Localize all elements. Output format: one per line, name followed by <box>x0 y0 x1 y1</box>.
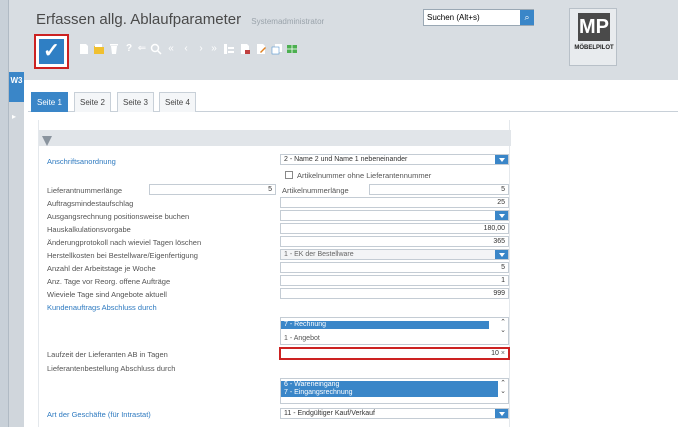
ausgang-label: Ausgangsrechnung positionsweise buchen <box>47 212 190 221</box>
chevron-down-icon[interactable]: ⌄ <box>498 387 508 395</box>
ausgang-select[interactable] <box>280 210 509 221</box>
toolbar: ✓ ? ⇐ « ‹ › » <box>28 30 528 70</box>
side-tab-w3[interactable]: W3 <box>9 72 24 102</box>
kunden-listbox[interactable]: 7 - Rechnung 1 - Angebot ⌃ ⌄ <box>280 317 509 345</box>
ohne-lief-label: Artikelnummer ohne Lieferantennummer <box>297 171 432 180</box>
page-title-text: Erfassen allg. Ablaufparameter <box>36 11 242 28</box>
listbox-scrollbar[interactable]: ⌃ ⌄ <box>498 379 508 403</box>
aenderung-label: Änderungprotokoll nach wieviel Tagen lös… <box>47 238 202 247</box>
side-panel-collapsed[interactable] <box>9 102 24 427</box>
panel-header[interactable] <box>39 130 511 146</box>
search-icon[interactable]: ⌕ <box>520 10 534 25</box>
laufzeit-value: 10 <box>491 350 499 357</box>
kunden-label: Kundenauftrags Abschluss durch <box>47 303 157 312</box>
lieferantennr-field[interactable]: 5 <box>149 184 276 195</box>
back-icon[interactable]: ⇐ <box>136 43 148 55</box>
new-document-icon[interactable] <box>78 43 90 55</box>
list-item[interactable]: 1 - Angebot <box>281 335 508 343</box>
aenderung-field[interactable]: 365 <box>280 236 509 247</box>
chevron-down-icon[interactable] <box>495 155 508 164</box>
tab-seite-3[interactable]: Seite 3 <box>117 92 154 112</box>
herstell-label: Herstellkosten bei Bestellware/Eigenfert… <box>47 251 198 260</box>
delete-icon[interactable] <box>108 43 120 55</box>
anschrift-label: Anschriftsanordnung <box>47 157 116 166</box>
chevron-down-icon[interactable] <box>495 211 508 220</box>
copy-icon[interactable] <box>271 43 283 55</box>
chevron-up-icon[interactable]: ⌃ <box>498 318 508 326</box>
tree-icon[interactable] <box>223 43 235 55</box>
form-panel: Anschriftsanordnung 2 - Name 2 und Name … <box>38 120 511 427</box>
artikelnr-field[interactable]: 5 <box>369 184 509 195</box>
aufschlag-field[interactable]: 25 <box>280 197 509 208</box>
edit-document-icon[interactable] <box>255 43 267 55</box>
tab-seite-2[interactable]: Seite 2 <box>74 92 111 112</box>
geschaefte-label: Art der Geschäfte (für Intrastat) <box>47 410 151 419</box>
list-item[interactable]: 7 - Rechnung <box>281 321 489 329</box>
clear-icon[interactable]: × <box>501 350 505 357</box>
herstell-value: 1 - EK der Bestellware <box>284 251 354 258</box>
artikelnr-label: Artikelnummerlänge <box>282 186 349 195</box>
herstell-select[interactable]: 1 - EK der Bestellware <box>280 249 509 260</box>
save-button[interactable]: ✓ <box>34 34 69 69</box>
anschrift-select[interactable]: 2 - Name 2 und Name 1 nebeneinander <box>280 154 509 165</box>
search-box: ⌕ <box>423 9 534 26</box>
expand-arrow-icon[interactable]: ▸ <box>12 112 16 121</box>
lieferantennr-label: Lieferantnummerlänge <box>47 186 123 195</box>
grid-icon[interactable] <box>286 43 298 55</box>
tab-seite-4[interactable]: Seite 4 <box>159 92 196 112</box>
angebote-label: Wieviele Tage sind Angebote aktuell <box>47 290 167 299</box>
tab-bar: Seite 1 Seite 2 Seite 3 Seite 4 <box>28 88 678 112</box>
zoom-icon[interactable] <box>150 43 162 55</box>
page-title: Erfassen allg. Ablaufparameter Systemadm… <box>36 11 324 28</box>
arbeitstage-field[interactable]: 5 <box>280 262 509 273</box>
user-role: Systemadministrator <box>251 17 325 26</box>
aufschlag-label: Auftragsmindestaufschlag <box>47 199 134 208</box>
chevron-down-icon[interactable]: ⌄ <box>498 326 508 334</box>
laufzeit-field[interactable]: 10 × <box>279 347 510 360</box>
left-strip <box>0 0 9 427</box>
reorg-field[interactable]: 1 <box>280 275 509 286</box>
list-item[interactable]: 6 - Wareneingang <box>281 381 499 389</box>
checkmark-icon: ✓ <box>39 39 64 64</box>
tab-seite-1[interactable]: Seite 1 <box>31 92 68 112</box>
ohne-lief-checkbox[interactable] <box>285 171 293 179</box>
laufzeit-label: Laufzeit der Lieferanten AB in Tagen <box>47 350 168 359</box>
company-logo: MP MÖBELPILOT <box>569 8 617 66</box>
search-input[interactable] <box>424 10 520 25</box>
prev-record-icon[interactable]: ‹ <box>180 43 192 55</box>
report-icon[interactable] <box>239 43 251 55</box>
last-record-icon[interactable]: » <box>208 43 220 55</box>
main-content: Anschriftsanordnung 2 - Name 2 und Name … <box>28 112 678 427</box>
angebote-field[interactable]: 999 <box>280 288 509 299</box>
first-record-icon[interactable]: « <box>165 43 177 55</box>
folder-icon[interactable] <box>93 43 105 55</box>
chevron-down-icon[interactable] <box>495 409 508 418</box>
chevron-up-icon[interactable]: ⌃ <box>498 379 508 387</box>
geschaefte-select[interactable]: 11 - Endgültiger Kauf/Verkauf <box>280 408 509 419</box>
reorg-label: Anz. Tage vor Reorg. offene Aufträge <box>47 277 171 286</box>
listbox-scrollbar[interactable]: ⌃ ⌄ <box>498 318 508 344</box>
next-record-icon[interactable]: › <box>195 43 207 55</box>
chevron-down-icon[interactable] <box>495 250 508 259</box>
logo-mark: MP <box>578 13 610 41</box>
side-tab-label: W3 <box>10 76 23 85</box>
lief-best-label: Lieferantenbestellung Abschluss durch <box>47 364 176 373</box>
list-item[interactable]: 7 - Eingangsrechnung <box>281 389 499 397</box>
logo-text: MÖBELPILOT <box>574 45 614 51</box>
hauskalk-label: Hauskalkulationsvorgabe <box>47 225 131 234</box>
help-icon[interactable]: ? <box>123 43 135 55</box>
lief-best-listbox[interactable]: 6 - Wareneingang 7 - Eingangsrechnung ⌃ ⌄ <box>280 378 509 404</box>
hauskalk-field[interactable]: 180,00 <box>280 223 509 234</box>
geschaefte-value: 11 - Endgültiger Kauf/Verkauf <box>284 410 375 417</box>
anschrift-value: 2 - Name 2 und Name 1 nebeneinander <box>284 156 408 163</box>
arbeitstage-label: Anzahl der Arbeitstage je Woche <box>47 264 156 273</box>
collapse-arrow-icon[interactable] <box>42 136 52 146</box>
